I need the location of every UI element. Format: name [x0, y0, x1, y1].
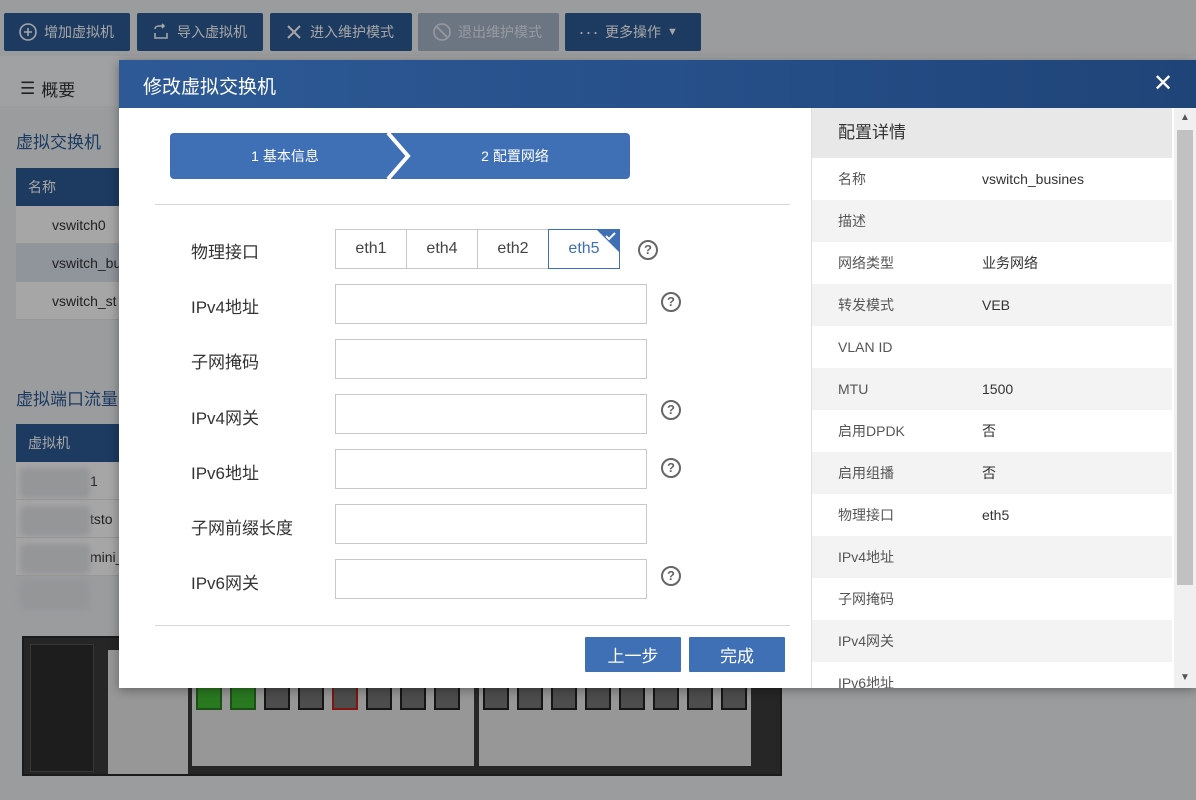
physical-interface-label: 物理接口	[191, 243, 259, 262]
detail-row: IPv6地址	[812, 662, 1172, 688]
ipv6-address-input[interactable]	[335, 449, 647, 489]
detail-key: 启用DPDK	[838, 423, 905, 439]
modal-header: 修改虚拟交换机 ✕	[119, 60, 1196, 108]
ipv4-address-input[interactable]	[335, 284, 647, 324]
detail-row: IPv4网关	[812, 620, 1172, 662]
interface-option-label: eth4	[426, 240, 458, 257]
wizard-steps: 1 基本信息 2 配置网络	[170, 131, 630, 181]
config-details-panel: 配置详情 名称 vswitch_busines 描述 网络类型 业务网络 转发模式 V…	[811, 108, 1196, 688]
detail-row: 启用DPDK 否	[812, 410, 1172, 452]
interface-option-eth1[interactable]: eth1	[335, 229, 407, 269]
interface-selector: eth1 eth4 eth2 eth5	[335, 229, 620, 269]
detail-key: 启用组播	[838, 465, 894, 481]
details-title: 配置详情	[812, 108, 1172, 158]
subnet-prefix-label: 子网前缀长度	[191, 519, 293, 538]
detail-value: 否	[982, 423, 996, 439]
step-basic-info[interactable]: 1 基本信息	[170, 133, 400, 179]
detail-row: IPv4地址	[812, 536, 1172, 578]
detail-key: 转发模式	[838, 297, 894, 313]
scroll-up-icon[interactable]: ▲	[1179, 112, 1191, 124]
modal-title: 修改虚拟交换机	[143, 77, 277, 98]
ipv6-gateway-label: IPv6网关	[191, 574, 260, 593]
detail-key: IPv4地址	[838, 549, 895, 565]
detail-key: IPv6地址	[838, 675, 895, 688]
help-icon[interactable]: ?	[661, 292, 681, 312]
detail-row: 名称 vswitch_busines	[812, 158, 1172, 200]
scroll-down-icon[interactable]: ▼	[1179, 672, 1191, 684]
detail-value: eth5	[982, 507, 1010, 523]
details-scrollbar[interactable]: ▲ ▼	[1174, 108, 1196, 688]
ipv4-address-label: IPv4地址	[191, 298, 260, 317]
help-icon[interactable]: ?	[638, 240, 658, 260]
ipv6-address-label: IPv6地址	[191, 464, 260, 483]
detail-row: 启用组播 否	[812, 452, 1172, 494]
finish-button[interactable]: 完成	[689, 637, 785, 672]
detail-key: 子网掩码	[838, 591, 894, 607]
detail-key: 网络类型	[838, 255, 894, 271]
detail-row: 转发模式 VEB	[812, 284, 1172, 326]
interface-option-label: eth2	[497, 240, 529, 257]
detail-key: 物理接口	[838, 507, 894, 523]
edit-vswitch-dialog: 修改虚拟交换机 ✕ 1 基本信息 2 配置网络 物理接口 eth1 eth4 e…	[119, 60, 1196, 688]
step-1-label: 1 基本信息	[251, 148, 319, 164]
detail-row: 子网掩码	[812, 578, 1172, 620]
detail-value: VEB	[982, 297, 1011, 313]
help-icon[interactable]: ?	[661, 400, 681, 420]
detail-key: 名称	[838, 171, 866, 187]
interface-option-eth4[interactable]: eth4	[406, 229, 478, 269]
detail-value: 业务网络	[982, 255, 1038, 271]
top-divider	[155, 204, 790, 205]
detail-row: 描述	[812, 200, 1172, 242]
ipv6-gateway-input[interactable]	[335, 559, 647, 599]
detail-key: VLAN ID	[838, 339, 893, 355]
ipv4-gateway-input[interactable]	[335, 394, 647, 434]
subnet-prefix-input[interactable]	[335, 504, 647, 544]
detail-key: 描述	[838, 213, 866, 229]
interface-option-eth2[interactable]: eth2	[477, 229, 549, 269]
step-separator-icon	[386, 131, 411, 181]
help-icon[interactable]: ?	[661, 458, 681, 478]
subnet-mask-label: 子网掩码	[191, 353, 259, 372]
interface-option-label: eth1	[355, 240, 387, 257]
detail-key: IPv4网关	[838, 633, 895, 649]
scrollbar-thumb[interactable]	[1177, 130, 1193, 585]
selected-check-icon	[597, 230, 619, 252]
step-2-label: 2 配置网络	[481, 148, 549, 164]
detail-row: 网络类型 业务网络	[812, 242, 1172, 284]
subnet-mask-input[interactable]	[335, 339, 647, 379]
detail-value: vswitch_busines	[982, 171, 1084, 187]
step-configure-network[interactable]: 2 配置网络	[400, 133, 630, 179]
close-icon[interactable]: ✕	[1152, 72, 1174, 96]
detail-value: 1500	[982, 381, 1014, 397]
ipv4-gateway-label: IPv4网关	[191, 409, 260, 428]
detail-row: VLAN ID	[812, 326, 1172, 368]
bottom-divider	[155, 625, 790, 626]
detail-value: 否	[982, 465, 996, 481]
detail-key: MTU	[838, 381, 869, 397]
detail-row: 物理接口 eth5	[812, 494, 1172, 536]
interface-option-eth5[interactable]: eth5	[548, 229, 620, 269]
help-icon[interactable]: ?	[661, 566, 681, 586]
prev-step-button[interactable]: 上一步	[585, 637, 681, 672]
detail-row: MTU 1500	[812, 368, 1172, 410]
interface-option-label: eth5	[568, 240, 600, 257]
